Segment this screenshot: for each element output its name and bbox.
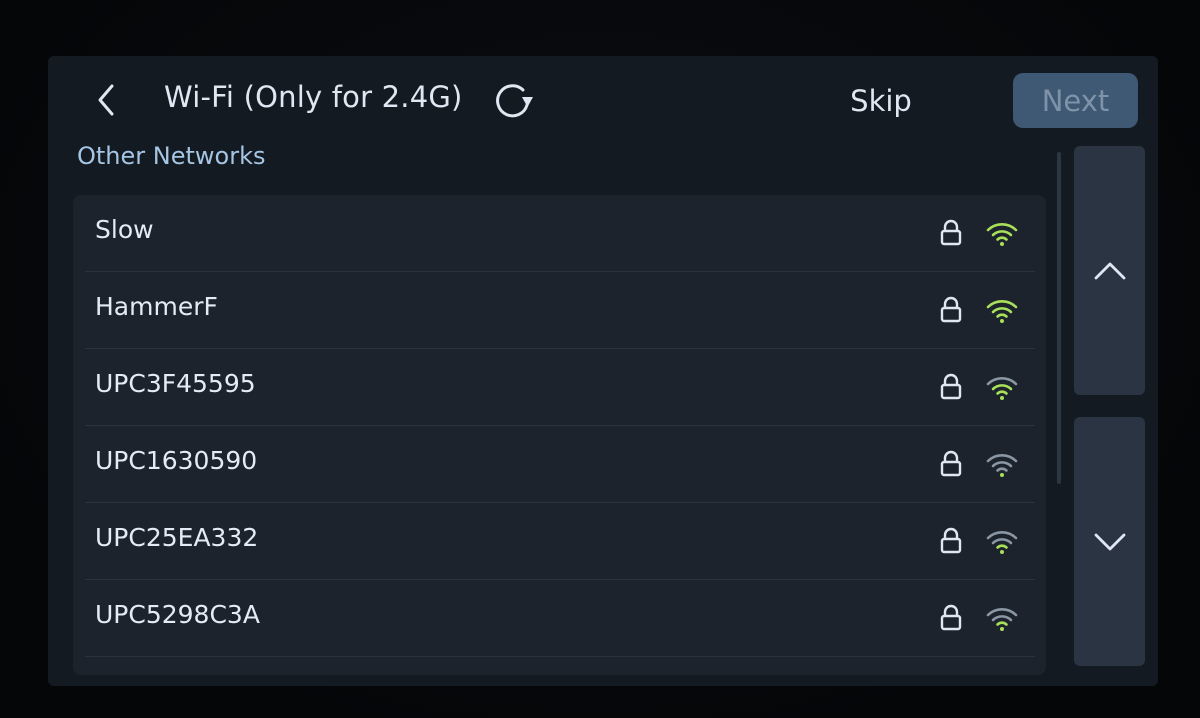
- network-name: Slow: [95, 215, 154, 244]
- lock-icon: [940, 296, 962, 323]
- chevron-up-icon: [1094, 262, 1125, 279]
- lock-icon: [940, 450, 962, 477]
- network-name: UPC3F45595: [95, 369, 256, 398]
- network-name: UPC5298C3A: [95, 600, 260, 629]
- wifi-signal-icon: [986, 608, 1018, 631]
- network-name: UPC25EA332: [95, 523, 259, 552]
- lock-icon: [940, 219, 962, 246]
- network-name: UPC1630590: [95, 446, 258, 475]
- wifi-signal-icon: [986, 377, 1018, 400]
- network-name: HammerF: [95, 292, 218, 321]
- back-button[interactable]: [86, 78, 126, 122]
- wifi-signal-icon: [986, 531, 1018, 554]
- refresh-icon: [496, 84, 533, 118]
- chevron-left-icon: [98, 84, 114, 116]
- lock-icon: [940, 604, 962, 631]
- network-row[interactable]: HammerF: [85, 272, 1035, 349]
- lock-icon: [940, 373, 962, 400]
- network-row[interactable]: UPC1630590: [85, 426, 1035, 503]
- wifi-signal-icon: [986, 300, 1018, 323]
- wifi-signal-icon: [986, 454, 1018, 477]
- next-button[interactable]: Next: [1013, 73, 1138, 128]
- refresh-button[interactable]: [490, 78, 540, 124]
- chevron-down-icon: [1094, 533, 1125, 550]
- network-row[interactable]: Slow: [85, 195, 1035, 272]
- network-row[interactable]: UPC5298C3A: [85, 580, 1035, 657]
- lock-icon: [940, 527, 962, 554]
- skip-button[interactable]: Skip: [836, 80, 926, 122]
- wifi-signal-icon: [986, 223, 1018, 246]
- list-scrollbar[interactable]: [1057, 152, 1061, 484]
- network-list: Slow HammerF UPC3F45595 UPC1630590 UPC25…: [73, 195, 1046, 675]
- section-label-other-networks: Other Networks: [77, 142, 266, 170]
- network-row[interactable]: UPC3F45595: [85, 349, 1035, 426]
- page-title: Wi-Fi (Only for 2.4G): [164, 80, 463, 114]
- scroll-up-button[interactable]: [1074, 146, 1145, 395]
- network-row[interactable]: UPC25EA332: [85, 503, 1035, 580]
- scroll-down-button[interactable]: [1074, 417, 1145, 666]
